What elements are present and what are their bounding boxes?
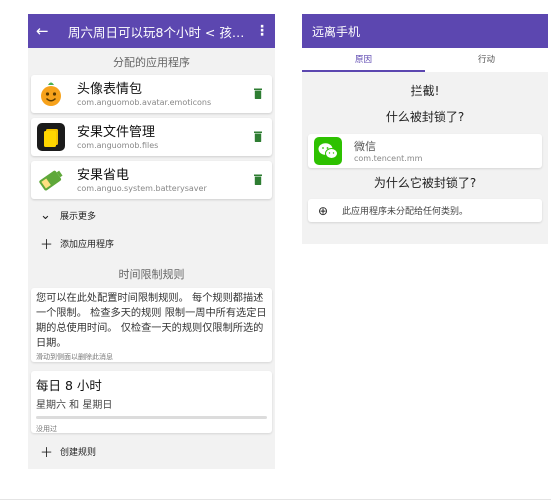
plus-icon: ＋ [40, 238, 54, 253]
assigned-apps-section-title: 分配的应用程序 [113, 56, 190, 69]
blocked-heading: 拦截! [410, 84, 440, 98]
blocked-app-package: com.tencent.mm [354, 154, 423, 163]
app-package: com.anguo.system.batterysaver [77, 184, 207, 193]
orange-emoji-icon [41, 82, 61, 106]
rule-title: 每日 8 小时 [36, 378, 102, 393]
trash-icon[interactable] [254, 174, 262, 185]
app-item-files[interactable]: 安果文件管理 com.anguomob.files [31, 118, 272, 156]
category-title: 周六周日可以玩8个小时 < 孩… [68, 24, 245, 40]
app-name: 头像表情包 [77, 82, 143, 97]
right-screen: 远离手机 原因 行动 拦截! 什么被封锁了? 微信 com.tencent.mm… [302, 14, 548, 244]
show-more-label: 展示更多 [60, 212, 97, 222]
trash-icon[interactable] [254, 88, 262, 99]
blocked-app-name: 微信 [354, 140, 376, 153]
tab-indicator [302, 70, 425, 72]
wechat-icon [314, 137, 342, 165]
app-package: com.anguomob.files [77, 141, 159, 150]
plus-icon: ＋ [40, 446, 54, 461]
right-app-bar: 远离手机 [302, 14, 548, 48]
left-app-bar: ← 周六周日可以玩8个小时 < 孩… ⋮ [28, 14, 275, 48]
chevron-down-icon: ⌄ [40, 208, 51, 223]
trash-icon[interactable] [254, 131, 262, 142]
app-name: 安果省电 [77, 168, 130, 183]
arrow-back-icon[interactable]: ← [36, 14, 58, 48]
left-screen: ← 周六周日可以玩8个小时 < 孩… ⋮ 分配的应用程序 头像表情包 com.a… [28, 14, 275, 469]
battery-saver-icon [39, 170, 63, 191]
create-rule-label: 创建规则 [60, 448, 97, 458]
rule-usage-text: 没用过 [36, 425, 57, 433]
rule-days: 星期六 和 星期日 [36, 400, 113, 411]
file-manager-icon [37, 123, 65, 151]
blocked-app-card[interactable]: 微信 com.tencent.mm [308, 134, 542, 168]
reason-card[interactable]: ⊕ 此应用程序未分配给任何类别。 [308, 199, 542, 222]
divider [0, 499, 551, 500]
rule-info-card[interactable]: 您可以在此处配置时间限制规则。 每个规则都描述一个限制。 检查多天的规则 限制一… [31, 288, 272, 362]
tab-reason[interactable]: 原因 [302, 48, 425, 72]
app-title: 远离手机 [312, 24, 361, 39]
rule-usage-progress [36, 416, 267, 419]
app-name: 安果文件管理 [77, 125, 156, 140]
more-vert-icon[interactable]: ⋮ [255, 23, 269, 39]
app-item-battery-saver[interactable]: 安果省电 com.anguo.system.batterysaver [31, 161, 272, 199]
rule-info-hint: 滑动到侧面以删除此消息 [36, 353, 113, 361]
app-item-avatar[interactable]: 头像表情包 com.anguomob.avatar.emoticons [31, 75, 272, 113]
what-blocked-heading: 什么被封锁了? [385, 110, 465, 124]
why-blocked-heading: 为什么它被封锁了? [373, 176, 477, 190]
add-circle-icon[interactable]: ⊕ [312, 204, 334, 218]
time-rule-card[interactable]: 每日 8 小时 星期六 和 星期日 没用过 [31, 371, 272, 433]
tab-bar: 原因 行动 [302, 48, 548, 72]
tab-action[interactable]: 行动 [425, 48, 548, 72]
rule-info-text: 您可以在此处配置时间限制规则。 每个规则都描述一个限制。 检查多天的规则 限制一… [36, 293, 267, 349]
add-app-label: 添加应用程序 [60, 240, 115, 250]
app-package: com.anguomob.avatar.emoticons [77, 98, 212, 107]
time-rules-section-title: 时间限制规则 [118, 268, 185, 281]
add-app-button[interactable]: ＋ 添加应用程序 [40, 234, 114, 253]
show-more-button[interactable]: ⌄ 展示更多 [40, 208, 96, 223]
create-rule-button[interactable]: ＋ 创建规则 [40, 442, 96, 461]
reason-text: 此应用程序未分配给任何类别。 [342, 207, 469, 217]
